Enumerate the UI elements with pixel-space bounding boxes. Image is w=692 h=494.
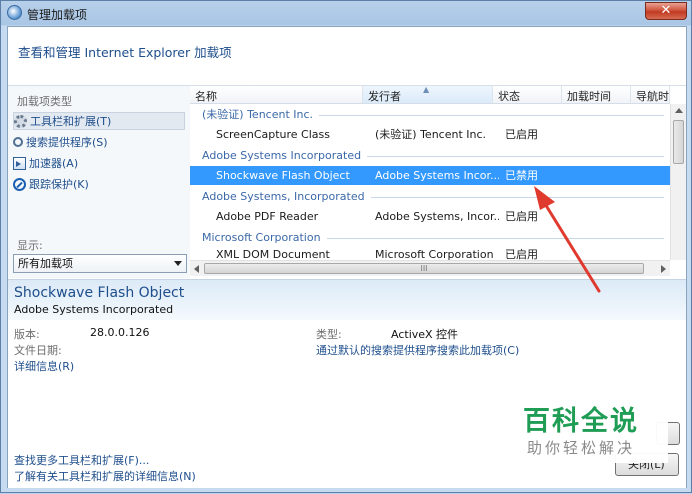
addon-types-label: 加载项类型	[17, 95, 72, 108]
group-name: (未验证) Tencent Inc.	[202, 108, 320, 121]
table-row[interactable]: ScreenCapture Class (未验证) Tencent Inc. 已…	[190, 125, 670, 144]
group-name: Microsoft Corporation	[202, 231, 327, 244]
type-search-providers[interactable]: 搜索提供程序(S)	[13, 133, 185, 151]
search-icon	[13, 137, 23, 147]
learn-more-toolbars-link[interactable]: 了解有关工具栏和扩展的详细信息(N)	[14, 468, 196, 484]
cell-publisher: Adobe Systems, Incor...	[375, 210, 499, 223]
cell-name: Shockwave Flash Object	[216, 169, 350, 182]
find-more-toolbars-link[interactable]: 查找更多工具栏和扩展(F)...	[14, 452, 149, 468]
details-publisher: Adobe Systems Incorporated	[14, 303, 174, 316]
addons-list: 名称 ▲发行者 状态 加载时间 导航时间 (未验证) Tencent Inc. …	[190, 85, 686, 278]
table-row-selected[interactable]: Shockwave Flash Object Adobe Systems Inc…	[190, 166, 670, 185]
type-label: 加速器(A)	[29, 157, 79, 170]
cell-publisher: (未验证) Tencent Inc.	[375, 128, 487, 141]
table-row[interactable]: Adobe PDF Reader Adobe Systems, Incor...…	[190, 207, 670, 226]
watermark-logo-text: 百科全说	[523, 406, 639, 437]
tracking-protection-icon	[13, 177, 26, 191]
sort-arrow-icon: ▲	[423, 85, 430, 94]
scroll-up-icon[interactable]	[675, 108, 683, 113]
header-area: 查看和管理 Internet Explorer 加载项	[8, 27, 686, 86]
ie-icon	[7, 5, 22, 20]
watermark: 百科全说 助你轻松解决	[494, 385, 668, 463]
table-row[interactable]: XML DOM Document Microsoft Corporation 已…	[190, 248, 670, 260]
group-header: (未验证) Tencent Inc.	[190, 105, 670, 124]
show-dropdown-value: 所有加载项	[18, 257, 73, 270]
window-close-button[interactable]: ✕	[645, 2, 687, 20]
type-label: 搜索提供程序(S)	[26, 136, 108, 149]
column-header-label: 名称	[195, 90, 217, 103]
group-header: Adobe Systems, Incorporated	[190, 187, 670, 206]
type-tracking-protection[interactable]: 跟踪保护(K)	[13, 175, 185, 193]
column-header-label: 导航时间	[636, 90, 669, 103]
column-header-label: 发行者	[368, 90, 401, 103]
accelerator-icon	[13, 156, 26, 170]
column-header-status[interactable]: 状态	[493, 86, 562, 104]
type-value: ActiveX 控件	[391, 328, 459, 341]
cell-status: 已启用	[505, 248, 538, 260]
cell-status: 已禁用	[505, 169, 538, 182]
group-name: Adobe Systems, Incorporated	[202, 190, 371, 203]
cell-status: 已启用	[505, 128, 538, 141]
header-text: 查看和管理 Internet Explorer 加载项	[18, 45, 232, 60]
type-label: 工具栏和扩展(T)	[30, 115, 112, 128]
search-addon-link[interactable]: 通过默认的搜索提供程序搜索此加载项(C)	[316, 342, 519, 358]
column-header-publisher[interactable]: ▲ 发行者	[363, 85, 493, 104]
cell-name: ScreenCapture Class	[216, 128, 330, 141]
file-date-label: 文件日期:	[14, 344, 62, 357]
group-header: Adobe Systems Incorporated	[190, 146, 670, 165]
watermark-slogan: 助你轻松解决	[526, 439, 635, 457]
cell-publisher: Adobe Systems Incor...	[375, 169, 499, 182]
column-header-load-time[interactable]: 加载时间	[562, 86, 631, 104]
show-label: 显示:	[17, 239, 43, 252]
version-label: 版本:	[14, 328, 40, 341]
vertical-scroll-thumb[interactable]	[673, 120, 684, 164]
column-header-nav-time[interactable]: 导航时间	[631, 86, 670, 104]
gear-icon	[14, 114, 27, 128]
scroll-left-icon[interactable]	[194, 265, 199, 273]
more-info-link[interactable]: 详细信息(R)	[14, 358, 74, 374]
version-value: 28.0.0.126	[90, 326, 150, 339]
group-name: Adobe Systems Incorporated	[202, 149, 368, 162]
show-dropdown[interactable]: 所有加载项	[13, 254, 187, 273]
cell-name: XML DOM Document	[216, 248, 330, 260]
type-label: 跟踪保护(K)	[29, 178, 89, 191]
vertical-scrollbar[interactable]	[670, 104, 686, 260]
type-toolbars-extensions[interactable]: 工具栏和扩展(T)	[13, 112, 185, 130]
column-header-label: 加载时间	[567, 90, 611, 103]
addon-types-pane: 加载项类型 工具栏和扩展(T) 搜索提供程序(S) 加速器(A) 跟踪保护(K)…	[8, 86, 191, 278]
manage-addons-window: 管理加载项 ✕ 查看和管理 Internet Explorer 加载项 加载项类…	[0, 0, 692, 493]
type-label: 类型:	[316, 328, 342, 341]
title-bar: 管理加载项 ✕	[1, 1, 691, 25]
window-title: 管理加载项	[27, 8, 88, 22]
scroll-right-icon[interactable]	[661, 265, 666, 273]
column-header-label: 状态	[498, 90, 520, 103]
cell-name: Adobe PDF Reader	[216, 210, 319, 223]
type-accelerators[interactable]: 加速器(A)	[13, 154, 185, 172]
details-header: Shockwave Flash Object Adobe Systems Inc…	[8, 280, 686, 320]
chevron-down-icon	[174, 261, 182, 266]
horizontal-scrollbar[interactable]: III	[190, 260, 670, 276]
details-title: Shockwave Flash Object	[14, 285, 185, 301]
horizontal-scroll-thumb[interactable]: III	[204, 263, 644, 274]
cell-publisher: Microsoft Corporation	[375, 248, 494, 260]
cell-status: 已启用	[505, 210, 538, 223]
column-header-name[interactable]: 名称	[190, 86, 363, 104]
group-header: Microsoft Corporation	[190, 228, 670, 247]
